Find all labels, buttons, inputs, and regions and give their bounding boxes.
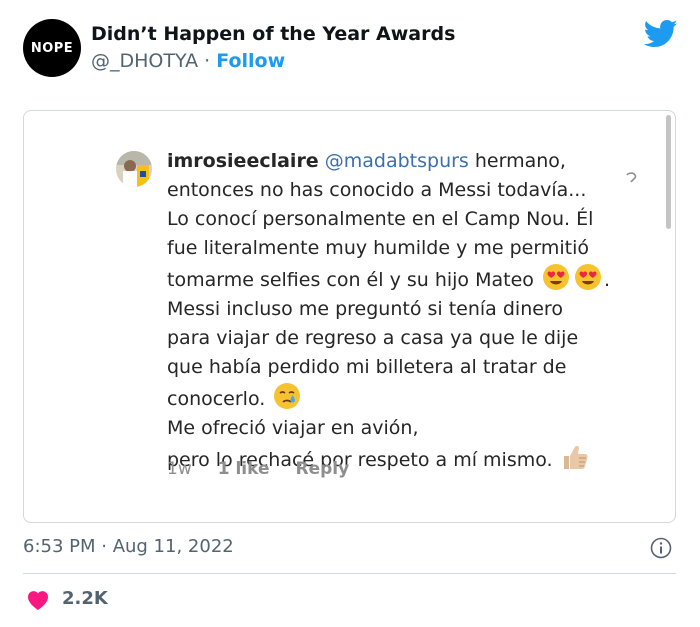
heart-eyes-emoji-icon [574,264,601,290]
twitter-bird-icon[interactable] [644,19,678,49]
commenter-avatar[interactable] [116,151,152,187]
commenter-username[interactable]: imrosieeclaire [167,150,319,172]
tweet-timestamp[interactable]: 6:53 PM · Aug 11, 2022 [23,536,234,557]
reply-button[interactable]: Reply [296,459,350,479]
commenter-avatar-image [116,151,152,187]
comment-time-ago: 1w [167,459,192,479]
comment-line-6: Messi incluso me preguntó si tenía diner… [167,298,563,320]
handle-separator: · [198,50,217,72]
comment-line-1: imrosieeclaire @madabtspurs hermano, [167,150,566,172]
author-avatar[interactable]: NOPE [23,19,81,77]
share-arrow-icon[interactable] [625,171,637,191]
footer-divider [23,573,676,574]
author-handle[interactable]: @_DHOTYA [91,50,198,72]
author-handle-row: @_DHOTYA · Follow [91,50,285,72]
embedded-comment-image[interactable]: imrosieeclaire @madabtspurs hermano, ent… [23,110,676,523]
mention-link[interactable]: @madabtspurs [325,150,469,172]
comment-line-3: Lo conocí personalmente en el Camp Nou. … [167,208,594,230]
avatar-text: NOPE [30,40,74,56]
follow-button[interactable]: Follow [216,50,285,72]
comment-line-5: tomarme selfies con él y su hijo Mateo . [167,263,627,295]
scrollbar-thumb[interactable] [666,115,671,229]
crying-face-emoji-icon [274,383,301,409]
comment-line-8: que había perdido mi billetera al tratar… [167,356,567,378]
comment-line-2: entonces no has conocido a Messi todavía… [167,179,587,201]
comment-line-10: Me ofreció viajar en avión, [167,417,419,439]
comment-meta: 1w 1 like Reply [167,459,375,479]
comment-line-9: conocerlo. [167,382,627,414]
like-heart-icon[interactable] [26,589,50,611]
comment-line-7: para viajar de regreso a casa ya que le … [167,327,579,349]
heart-eyes-emoji-icon [542,264,569,290]
like-count[interactable]: 2.2K [62,588,108,609]
comment-line-4: fue literalmente muy humilde y me permit… [167,237,589,259]
info-icon[interactable] [650,537,672,559]
comment-text: imrosieeclaire @madabtspurs hermano, ent… [167,147,627,475]
thumbs-up-emoji-icon [563,445,588,469]
author-display-name[interactable]: Didn’t Happen of the Year Awards [91,23,455,45]
comment-likes[interactable]: 1 like [218,459,270,479]
